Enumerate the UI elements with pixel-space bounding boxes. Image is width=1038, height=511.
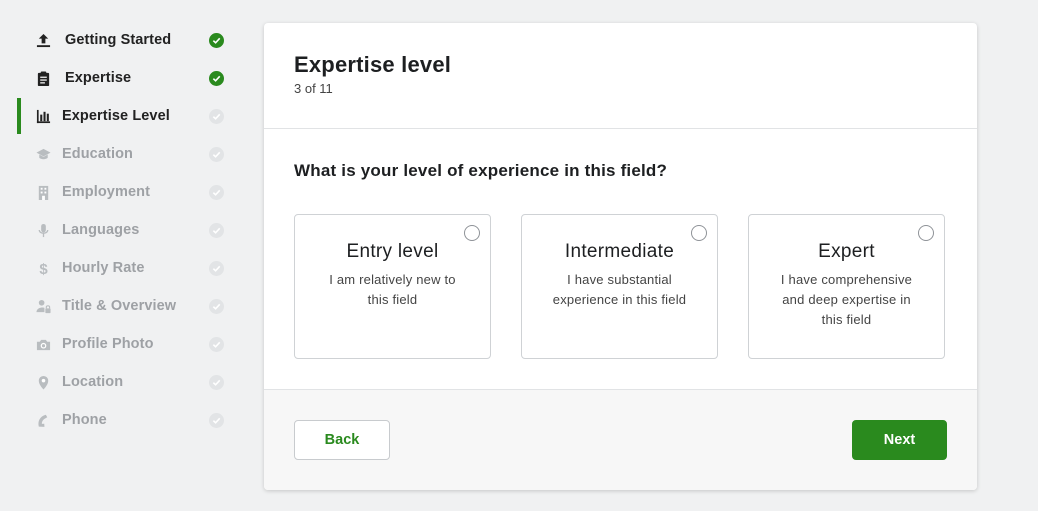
card-header: Expertise level 3 of 11	[264, 23, 977, 129]
check-circle-icon	[209, 413, 224, 428]
sidebar-item-location[interactable]: Location	[0, 363, 240, 401]
option-title: Entry level	[346, 241, 439, 262]
option-expert[interactable]: Expert I have comprehensive and deep exp…	[748, 214, 945, 359]
page-title: Expertise level	[294, 52, 452, 77]
step-card: Expertise level 3 of 11 What is your lev…	[264, 23, 977, 490]
sidebar-item-label: Expertise Level	[62, 108, 170, 124]
sidebar-item-languages[interactable]: Languages	[0, 211, 240, 249]
sidebar-item-profile-photo[interactable]: Profile Photo	[0, 325, 240, 363]
option-description: I have substantial experience in this fi…	[552, 272, 687, 307]
microphone-icon	[35, 222, 51, 238]
dollar-icon: $	[35, 260, 51, 276]
sidebar-item-label: Employment	[62, 184, 151, 200]
sidebar-item-label: Languages	[62, 222, 140, 238]
next-button[interactable]: Next	[852, 420, 947, 460]
option-description: I am relatively new to this field	[329, 272, 456, 307]
phone-icon	[35, 412, 51, 428]
sidebar-item-title-overview[interactable]: Title & Overview	[0, 287, 240, 325]
check-circle-icon	[209, 223, 224, 238]
option-intermediate[interactable]: Intermediate I have substantial experien…	[521, 214, 718, 359]
check-circle-icon	[209, 185, 224, 200]
option-title: Intermediate	[564, 241, 675, 262]
check-circle-icon	[209, 337, 224, 352]
camera-icon	[35, 336, 51, 352]
sidebar-item-label: Profile Photo	[62, 336, 154, 352]
question-text: What is your level of experience in this…	[294, 161, 668, 180]
check-circle-icon	[209, 261, 224, 276]
sidebar-item-employment[interactable]: Employment	[0, 173, 240, 211]
clipboard-icon	[35, 70, 51, 86]
option-description: I have comprehensive and deep expertise …	[780, 272, 913, 327]
check-circle-icon	[209, 375, 224, 390]
sidebar-item-getting-started[interactable]: Getting Started	[0, 21, 240, 59]
check-circle-icon	[209, 299, 224, 314]
sidebar-item-label: Location	[62, 374, 124, 390]
card-footer: Back Next	[264, 389, 977, 490]
sidebar-item-label: Getting Started	[65, 32, 172, 48]
option-entry-level[interactable]: Entry level I am relatively new to this …	[294, 214, 491, 359]
experience-options: Entry level I am relatively new to this …	[294, 214, 947, 359]
radio-button[interactable]	[464, 225, 480, 241]
user-lock-icon	[35, 298, 51, 314]
sidebar-item-label: Phone	[62, 412, 107, 428]
sidebar-item-label: Title & Overview	[62, 298, 177, 314]
option-title: Expert	[818, 241, 875, 262]
sidebar-item-label: Expertise	[65, 70, 132, 86]
radio-button[interactable]	[691, 225, 707, 241]
bar-chart-icon	[35, 108, 51, 124]
sidebar-item-hourly-rate[interactable]: $ Hourly Rate	[0, 249, 240, 287]
step-progress: 3 of 11	[294, 81, 333, 96]
check-circle-icon	[209, 147, 224, 162]
building-icon	[35, 184, 51, 200]
sidebar-item-education[interactable]: Education	[0, 135, 240, 173]
check-circle-icon	[209, 33, 224, 48]
card-body: What is your level of experience in this…	[264, 129, 977, 389]
map-pin-icon	[35, 374, 51, 390]
check-circle-icon	[209, 71, 224, 86]
back-button[interactable]: Back	[294, 420, 390, 460]
sidebar-item-label: Education	[62, 146, 133, 162]
sidebar-item-expertise-level[interactable]: Expertise Level	[0, 97, 240, 135]
check-circle-icon	[209, 109, 224, 124]
sidebar-item-phone[interactable]: Phone	[0, 401, 240, 439]
sidebar-item-expertise[interactable]: Expertise	[0, 59, 240, 97]
graduation-cap-icon	[35, 146, 51, 162]
radio-button[interactable]	[918, 225, 934, 241]
sidebar: Getting Started Expertise Expertise Leve…	[0, 21, 240, 439]
svg-text:$: $	[39, 261, 48, 276]
upload-icon	[35, 32, 51, 48]
sidebar-item-label: Hourly Rate	[62, 260, 145, 276]
